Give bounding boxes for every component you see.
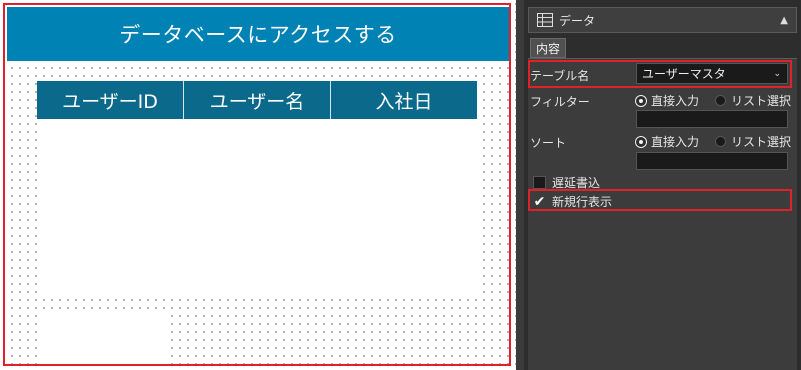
data-grid-body [37,119,477,299]
filter-radio-direct[interactable]: 直接入力 [636,92,699,109]
blank-area [40,310,170,365]
data-grid-header[interactable]: ユーザーID ユーザー名 入社日 [37,81,477,119]
delayed-write-checkbox[interactable] [533,176,546,189]
sort-radio-direct[interactable]: 直接入力 [636,133,699,150]
filter-label: フィルター [530,95,590,109]
new-row-label: 新規行表示 [552,195,613,209]
page-header[interactable]: データベースにアクセスする [7,7,509,61]
filter-input[interactable] [636,110,788,128]
check-icon[interactable]: ✔ [533,194,546,210]
radio-selected-icon [636,95,646,106]
filter-radio-list[interactable]: リスト選択 [715,92,791,109]
collapse-icon[interactable]: ▲ [780,15,788,26]
table-name-label: テーブル名 [530,69,590,83]
sort-radio-list-label: リスト選択 [731,135,792,149]
radio-unselected-icon [715,95,726,106]
table-name-value: ユーザーマスタ [642,67,726,81]
table-name-select[interactable]: ユーザーマスタ ⌄ [636,63,788,84]
filter-radio-list-label: リスト選択 [731,94,792,108]
table-icon [537,13,553,27]
radio-unselected-icon [715,136,726,147]
panel-splitter[interactable] [516,0,524,370]
properties-panel: データ ▲ 内容 テーブル名 ユーザーマスタ ⌄ フィルター 直接入力 リスト選… [524,0,801,370]
design-canvas[interactable]: データベースにアクセスする ユーザーID ユーザー名 入社日 [0,0,516,370]
sort-radio-list[interactable]: リスト選択 [715,133,791,150]
radio-selected-icon [636,136,646,147]
sort-label: ソート [530,136,567,150]
new-row-option[interactable]: ✔ 新規行表示 [533,193,612,210]
panel-header[interactable]: データ ▲ [528,7,797,33]
column-header-user-id[interactable]: ユーザーID [37,81,184,119]
sort-input[interactable] [636,152,788,170]
tab-content[interactable]: 内容 [530,38,566,58]
column-header-user-name[interactable]: ユーザー名 [184,81,331,119]
panel-title: データ [559,13,596,28]
page-header-title: データベースにアクセスする [119,23,397,47]
column-header-join-date[interactable]: 入社日 [331,81,477,119]
chevron-down-icon: ⌄ [773,68,781,79]
filter-radio-direct-label: 直接入力 [651,94,700,108]
sort-radio-direct-label: 直接入力 [651,135,700,149]
